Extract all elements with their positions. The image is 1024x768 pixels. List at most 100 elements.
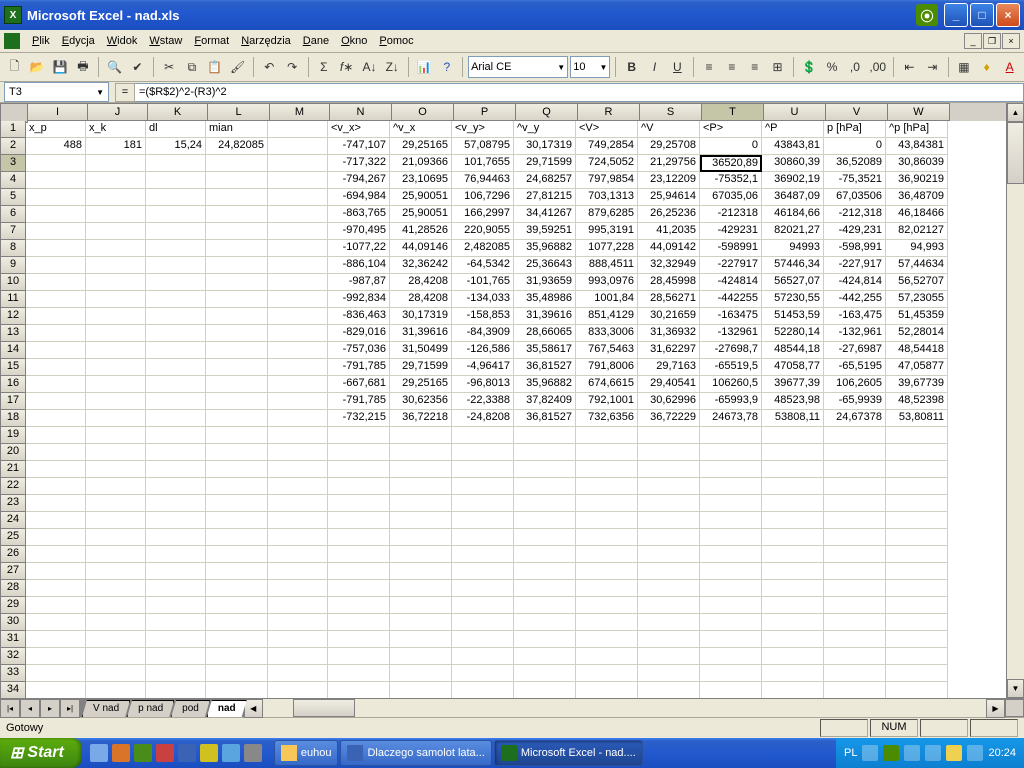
cell[interactable]	[700, 597, 762, 614]
cell[interactable]: 24,68257	[514, 172, 576, 189]
cell[interactable]	[452, 529, 514, 546]
row-header[interactable]: 29	[0, 597, 26, 614]
cell[interactable]	[328, 529, 390, 546]
cell[interactable]	[514, 648, 576, 665]
cell[interactable]	[26, 223, 86, 240]
cell[interactable]: 82,02127	[886, 223, 948, 240]
row-header[interactable]: 14	[0, 342, 26, 359]
cell[interactable]	[146, 223, 206, 240]
cell[interactable]: 25,36643	[514, 257, 576, 274]
cell[interactable]	[514, 478, 576, 495]
cell[interactable]	[824, 495, 886, 512]
cell[interactable]	[700, 478, 762, 495]
cell[interactable]	[700, 495, 762, 512]
cell[interactable]	[206, 580, 268, 597]
cell[interactable]	[146, 461, 206, 478]
cell[interactable]: -75352,1	[700, 172, 762, 189]
cell[interactable]: 57,23055	[886, 291, 948, 308]
cell[interactable]: 21,29756	[638, 155, 700, 172]
cell[interactable]	[762, 427, 824, 444]
cell[interactable]	[26, 512, 86, 529]
cell[interactable]	[26, 240, 86, 257]
cell[interactable]	[146, 427, 206, 444]
borders-icon[interactable]: ▦	[954, 55, 975, 79]
row-header[interactable]: 4	[0, 172, 26, 189]
doc-minimize-button[interactable]: _	[964, 33, 982, 49]
cell[interactable]	[26, 155, 86, 172]
cell[interactable]: 36902,19	[762, 172, 824, 189]
cell[interactable]	[452, 648, 514, 665]
ql-icon[interactable]	[90, 744, 108, 762]
percent-icon[interactable]: %	[822, 55, 843, 79]
fill-color-icon[interactable]: ♦	[976, 55, 997, 79]
cell[interactable]	[514, 512, 576, 529]
bold-icon[interactable]: B	[621, 55, 642, 79]
scroll-down-button[interactable]: ▼	[1007, 679, 1024, 698]
col-header-J[interactable]: J	[88, 103, 148, 121]
cell[interactable]	[886, 682, 948, 698]
cell[interactable]: 36,81527	[514, 359, 576, 376]
doc-close-button[interactable]: ×	[1002, 33, 1020, 49]
cell[interactable]	[824, 614, 886, 631]
cell[interactable]: 2,482085	[452, 240, 514, 257]
align-center-icon[interactable]: ≡	[721, 55, 742, 79]
cell[interactable]: 166,2997	[452, 206, 514, 223]
col-header-K[interactable]: K	[148, 103, 208, 121]
cell[interactable]: -22,3388	[452, 393, 514, 410]
cell[interactable]	[514, 461, 576, 478]
cell[interactable]	[762, 495, 824, 512]
cell[interactable]	[824, 665, 886, 682]
cell[interactable]: -717,322	[328, 155, 390, 172]
start-button[interactable]: ⊞Start	[0, 738, 82, 768]
cell[interactable]	[146, 172, 206, 189]
cell[interactable]	[638, 512, 700, 529]
cell[interactable]	[206, 291, 268, 308]
cell[interactable]	[638, 529, 700, 546]
doc-restore-button[interactable]: ❐	[983, 33, 1001, 49]
cell[interactable]: 23,12209	[638, 172, 700, 189]
cell[interactable]	[146, 342, 206, 359]
row-header[interactable]: 13	[0, 325, 26, 342]
cell[interactable]	[86, 495, 146, 512]
cell[interactable]	[146, 155, 206, 172]
cell[interactable]	[86, 342, 146, 359]
cell[interactable]	[824, 580, 886, 597]
row-header[interactable]: 32	[0, 648, 26, 665]
undo-icon[interactable]: ↶	[259, 55, 280, 79]
scroll-right-button[interactable]: ▶	[986, 699, 1005, 718]
cell[interactable]	[86, 478, 146, 495]
cell[interactable]	[146, 393, 206, 410]
cell[interactable]	[514, 682, 576, 698]
cell[interactable]	[268, 223, 328, 240]
row-header[interactable]: 9	[0, 257, 26, 274]
decrease-decimal-icon[interactable]: ,00	[867, 55, 888, 79]
cell[interactable]: -794,267	[328, 172, 390, 189]
new-icon[interactable]: 🗋	[4, 55, 25, 79]
cell[interactable]	[824, 546, 886, 563]
cell[interactable]	[638, 597, 700, 614]
cell[interactable]	[26, 495, 86, 512]
cell[interactable]	[824, 563, 886, 580]
cell[interactable]	[886, 495, 948, 512]
cell[interactable]	[762, 546, 824, 563]
cell[interactable]	[700, 648, 762, 665]
cell[interactable]: -1077,22	[328, 240, 390, 257]
cell[interactable]	[268, 495, 328, 512]
cell[interactable]	[26, 563, 86, 580]
vscroll-thumb[interactable]	[1007, 122, 1024, 184]
cell[interactable]	[26, 546, 86, 563]
col-header-S[interactable]: S	[640, 103, 702, 121]
cell[interactable]: -732,215	[328, 410, 390, 427]
cell[interactable]	[886, 614, 948, 631]
name-box[interactable]: T3▼	[4, 82, 109, 102]
cell[interactable]	[390, 444, 452, 461]
cell[interactable]: 36,90219	[886, 172, 948, 189]
cell[interactable]	[700, 461, 762, 478]
cell[interactable]: 30,17319	[514, 138, 576, 155]
cell[interactable]	[86, 240, 146, 257]
cell[interactable]	[146, 580, 206, 597]
cell[interactable]: -101,765	[452, 274, 514, 291]
cell[interactable]	[576, 495, 638, 512]
cell[interactable]: 833,3006	[576, 325, 638, 342]
cell[interactable]	[328, 546, 390, 563]
